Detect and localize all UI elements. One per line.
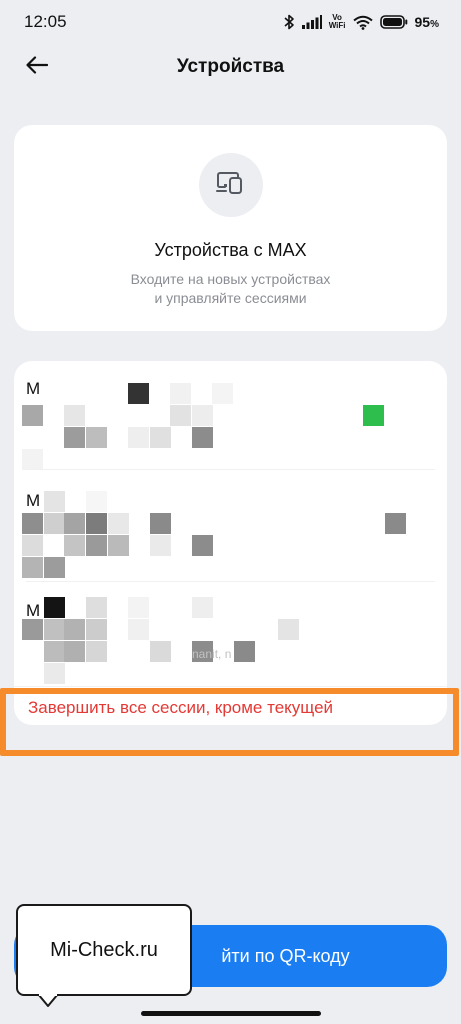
pixel-block xyxy=(128,597,149,618)
info-subtitle: Входите на новых устройствах и управляйт… xyxy=(131,270,331,308)
pixel-block xyxy=(44,619,65,640)
devices-icon xyxy=(215,171,246,200)
pixel-block xyxy=(86,597,107,618)
pixel-block xyxy=(44,663,65,684)
pixel-block xyxy=(86,513,107,534)
devices-screen: 12:05 Vo WiFi 95% Устройства Устройства … xyxy=(0,0,461,1024)
devices-icon-circle xyxy=(198,153,263,217)
pixel-block xyxy=(278,619,299,640)
divider xyxy=(26,469,435,470)
pixel-block xyxy=(44,557,65,578)
pixel-block xyxy=(128,619,149,640)
battery-unit: % xyxy=(430,19,439,30)
signal-icon xyxy=(301,15,322,29)
pixel-block xyxy=(192,535,213,556)
pixel-block xyxy=(64,427,85,448)
session-name: M xyxy=(26,601,41,620)
info-title: Устройства с MAX xyxy=(154,240,307,260)
pixel-block xyxy=(44,641,65,662)
watermark-text: Mi-Check.ru xyxy=(50,938,158,961)
pixel-block xyxy=(86,641,107,662)
bluetooth-icon xyxy=(284,14,295,30)
pixel-block xyxy=(192,427,213,448)
session-item[interactable]: M xyxy=(14,473,447,578)
pixel-block xyxy=(22,513,43,534)
battery-value: 95 xyxy=(414,14,431,30)
pixel-block xyxy=(86,491,107,512)
pixel-block xyxy=(128,427,149,448)
pixel-block xyxy=(64,405,85,426)
pixel-block xyxy=(150,641,171,662)
pixel-block xyxy=(108,535,129,556)
pixel-block xyxy=(128,383,149,404)
pixel-block xyxy=(22,619,43,640)
pixel-block xyxy=(22,405,43,426)
pixel-block xyxy=(64,535,85,556)
pixel-block xyxy=(64,619,85,640)
info-subtitle-line-1: Входите на новых устройствах xyxy=(130,271,331,287)
pixel-block xyxy=(212,383,233,404)
pixel-block xyxy=(192,405,213,426)
vowifi-label: Vo WiFi xyxy=(329,14,346,30)
pixel-block xyxy=(150,535,171,556)
pixel-block xyxy=(150,513,171,534)
pixel-block xyxy=(64,641,85,662)
pixel-block xyxy=(44,513,65,534)
wifi-icon xyxy=(352,15,373,30)
pixel-block xyxy=(44,597,65,618)
active-session-indicator xyxy=(363,405,384,426)
pixel-block xyxy=(86,427,107,448)
pixel-block xyxy=(170,383,191,404)
highlight-frame xyxy=(0,688,459,756)
session-item[interactable]: M xyxy=(14,361,447,470)
pixel-block xyxy=(22,449,43,470)
devices-info-card: Устройства с MAX Входите на новых устрой… xyxy=(14,125,447,331)
session-note: nanit, n xyxy=(192,647,232,661)
back-button[interactable] xyxy=(20,52,54,82)
status-icons: Vo WiFi 95% xyxy=(284,14,439,30)
pixel-block xyxy=(86,535,107,556)
top-app-bar: Устройства xyxy=(0,44,461,90)
pixel-block xyxy=(108,513,129,534)
pixel-block xyxy=(192,597,213,618)
pixel-block xyxy=(22,557,43,578)
page-title: Устройства xyxy=(176,56,285,77)
status-time: 12:05 xyxy=(24,12,67,31)
wifi-text: WiFi xyxy=(328,21,346,30)
battery-icon xyxy=(379,15,408,29)
sessions-card: M M M nanit, n Завершить все сессии, кро… xyxy=(14,361,447,725)
status-bar: 12:05 Vo WiFi 95% xyxy=(0,0,461,44)
pixel-block xyxy=(64,513,85,534)
pixel-block xyxy=(170,405,191,426)
battery-percent: 95% xyxy=(415,14,439,30)
home-indicator[interactable] xyxy=(141,1011,321,1016)
watermark-bubble: Mi-Check.ru xyxy=(16,904,192,996)
pixel-block xyxy=(22,535,43,556)
pixel-block xyxy=(150,427,171,448)
pixel-block xyxy=(86,619,107,640)
session-name: M xyxy=(26,379,41,398)
divider xyxy=(26,581,435,582)
session-name: M xyxy=(26,491,41,510)
arrow-left-icon xyxy=(26,55,49,79)
pixel-block xyxy=(44,491,65,512)
pixel-block xyxy=(385,513,406,534)
watermark-tail xyxy=(37,994,59,1007)
info-subtitle-line-2: и управляйте сессиями xyxy=(154,290,307,306)
session-item[interactable]: M nanit, n xyxy=(14,583,447,687)
pixel-block xyxy=(234,641,255,662)
